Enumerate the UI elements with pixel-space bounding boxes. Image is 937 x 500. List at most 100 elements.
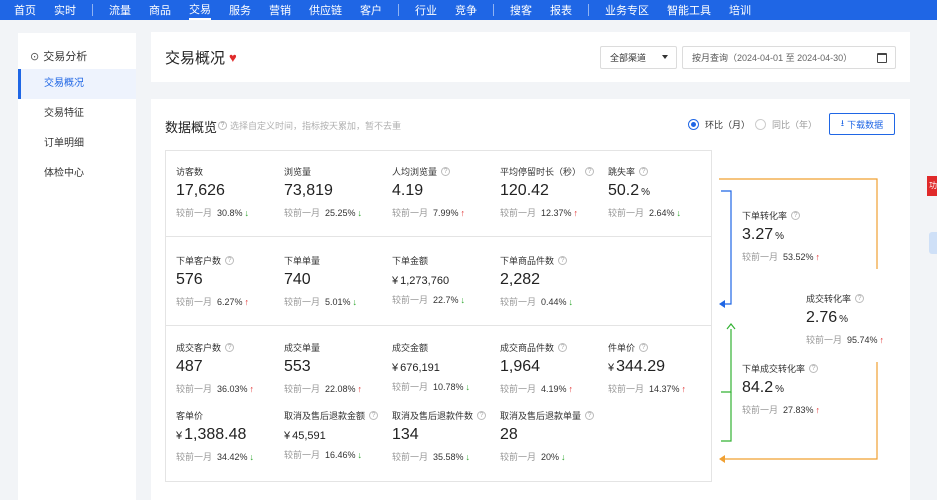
metric-value-text: 4.19	[392, 182, 424, 199]
nav-item-13[interactable]: 业务专区	[605, 0, 649, 20]
arrow-down-icon: ↓	[561, 452, 566, 462]
nav-item-4[interactable]: 交易	[189, 0, 211, 20]
arrow-down-icon: ↓	[465, 452, 471, 462]
help-icon[interactable]: ?	[369, 411, 379, 420]
compare-label: 较前一月	[392, 382, 429, 392]
metric-compare: 较前一月 4.19% ↑	[500, 382, 608, 395]
channel-select[interactable]: 全部渠道	[600, 46, 677, 69]
metric-compare: 较前一月 22.7% ↓	[392, 293, 500, 306]
compare-label: 较前一月	[806, 335, 843, 345]
download-icon: ⭳	[840, 118, 845, 128]
sidebar-item-3[interactable]: 体检中心	[18, 159, 136, 189]
nav-item-8[interactable]: 客户	[360, 0, 382, 20]
metric-value: 84.2%	[742, 379, 852, 397]
right-floating-tab[interactable]: 功	[927, 176, 937, 196]
sidebar-item-1[interactable]: 交易特征	[18, 99, 136, 129]
date-range-value: （2024-04-01 至 2024-04-30）	[728, 53, 853, 63]
download-data-button[interactable]: ⭳ 下载数据	[829, 113, 895, 135]
help-icon[interactable]: ?	[791, 211, 801, 220]
help-icon[interactable]: ?	[441, 167, 451, 176]
compare-label: 较前一月	[176, 297, 213, 307]
right-floating-widget[interactable]	[929, 232, 937, 254]
metric-value-text: 2,282	[500, 271, 541, 288]
help-icon[interactable]: ?	[809, 364, 819, 373]
nav-item-14[interactable]: 智能工具	[667, 0, 711, 20]
nav-item-5[interactable]: 服务	[229, 0, 251, 20]
help-icon[interactable]: ?	[558, 343, 568, 352]
currency-symbol: ¥	[608, 362, 615, 374]
metric-label: 平均停留时长（秒）?	[500, 165, 608, 178]
sidebar-header[interactable]: ⊙ 交易分析	[18, 33, 136, 69]
metric-label-text: 成交转化率	[806, 294, 852, 304]
compare-label: 较前一月	[284, 297, 321, 307]
help-icon[interactable]: ?	[585, 411, 595, 420]
caret-down-icon	[662, 55, 668, 59]
metric-value-text: 740	[284, 271, 311, 288]
sidebar-item-0[interactable]: 交易概况	[18, 69, 136, 99]
date-range-picker[interactable]: 按月查询 （2024-04-01 至 2024-04-30）	[682, 46, 896, 69]
metric-compare: 较前一月 5.01% ↓	[284, 295, 392, 308]
nav-item-0[interactable]: 首页	[14, 0, 36, 20]
nav-item-12[interactable]: 报表	[550, 0, 572, 20]
metric-order_count: 下单单量 740 较前一月 5.01% ↓	[284, 254, 392, 308]
compare-label: 较前一月	[176, 452, 213, 462]
radio-year-over-year[interactable]: 同比（年）	[755, 118, 817, 131]
metric-label-text: 跳失率	[608, 167, 636, 177]
metric-compare: 较前一月 22.08% ↑	[284, 382, 392, 395]
metric-label-text: 下单成交转化率	[742, 364, 806, 374]
nav-item-9[interactable]: 行业	[415, 0, 437, 20]
favorite-heart-icon[interactable]: ♥	[229, 50, 237, 65]
metric-unit_price: 件单价? ¥344.29 较前一月 14.37% ↑	[608, 341, 716, 395]
help-icon[interactable]: ?	[477, 411, 487, 420]
metric-label-text: 下单金额	[392, 256, 429, 266]
help-icon[interactable]: ?	[639, 167, 649, 176]
compare-label: 较前一月	[500, 384, 537, 394]
arrow-up-icon: ↑	[681, 384, 687, 394]
nav-item-7[interactable]: 供应链	[309, 0, 342, 20]
compare-percent: 30.8%	[217, 208, 243, 218]
metric-customer_price: 客单价 ¥1,388.48 较前一月 34.42% ↓	[176, 409, 284, 463]
help-icon[interactable]: ?	[558, 256, 568, 265]
metric-value: 576	[176, 271, 284, 289]
arrow-up-icon: ↑	[815, 405, 821, 415]
metric-value-text: 134	[392, 426, 419, 443]
help-icon[interactable]: ?	[585, 167, 595, 176]
currency-symbol: ¥	[392, 275, 399, 287]
date-mode-label: 按月查询	[692, 53, 729, 63]
metric-label: 访客数	[176, 165, 284, 178]
nav-item-3[interactable]: 商品	[149, 0, 171, 20]
metric-label: 取消及售后退款件数?	[392, 409, 500, 422]
nav-item-10[interactable]: 竞争	[455, 0, 477, 20]
nav-item-6[interactable]: 营销	[269, 0, 291, 20]
metric-label-text: 取消及售后退款金额	[284, 411, 366, 421]
sidebar-title: 交易分析	[43, 51, 88, 63]
help-icon[interactable]: ?	[225, 343, 235, 352]
metric-unit: %	[839, 314, 849, 325]
compare-percent: 4.19%	[541, 384, 567, 394]
metric-value: ¥1,388.48	[176, 426, 284, 444]
radio-month-over-month[interactable]: 环比（月）	[688, 118, 750, 131]
metric-label-text: 取消及售后退款件数	[392, 411, 474, 421]
page-header: 交易概况 ♥ 全部渠道 按月查询 （2024-04-01 至 2024-04-3…	[151, 32, 910, 82]
nav-divider	[398, 4, 399, 16]
metric-compare: 较前一月 0.44% ↓	[500, 295, 608, 308]
metric-compare: 较前一月 36.03% ↑	[176, 382, 284, 395]
metric-compare: 较前一月 16.46% ↓	[284, 448, 392, 461]
arrow-down-icon: ↓	[460, 295, 466, 305]
sidebar-item-2[interactable]: 订单明细	[18, 129, 136, 159]
nav-item-1[interactable]: 实时	[54, 0, 76, 20]
metric-label: 下单单量	[284, 254, 392, 267]
date-range-text: 2024-04-01 至 2024-04-30	[737, 53, 844, 63]
radio-yoy-label: 同比（年）	[772, 120, 818, 130]
nav-item-15[interactable]: 培训	[729, 0, 751, 20]
info-icon: ?	[218, 121, 227, 130]
metric-label: 取消及售后退款金额?	[284, 409, 392, 422]
nav-item-2[interactable]: 流量	[109, 0, 131, 20]
metric-label-text: 客单价	[176, 411, 204, 421]
arrow-up-icon: ↑	[568, 384, 574, 394]
nav-item-11[interactable]: 搜客	[510, 0, 532, 20]
calendar-icon[interactable]	[877, 53, 887, 63]
help-icon[interactable]: ?	[225, 256, 235, 265]
help-icon[interactable]: ?	[639, 343, 649, 352]
help-icon[interactable]: ?	[855, 294, 865, 303]
